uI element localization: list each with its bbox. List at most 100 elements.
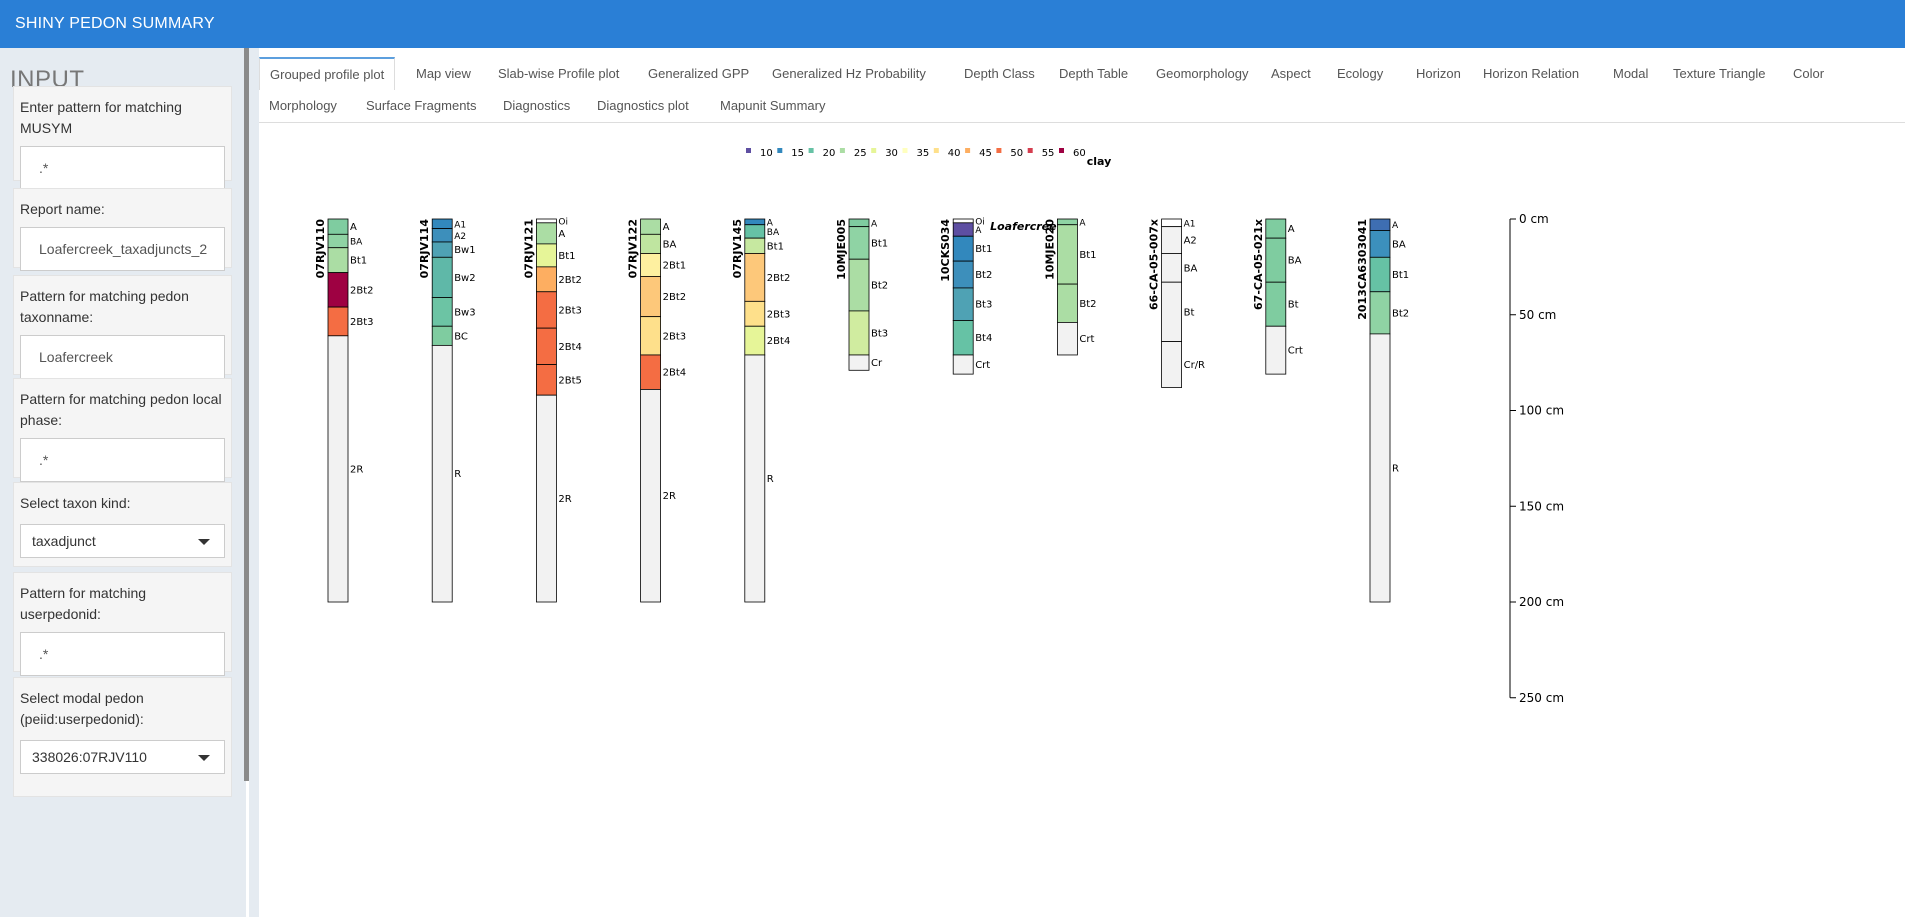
horizon-Bt1 [1057, 224, 1078, 285]
horizon-2R [640, 389, 662, 603]
horizon-label: A [350, 222, 357, 233]
horizon-label: Bt [1184, 307, 1195, 318]
depth-tick-label: 50 cm [1519, 308, 1556, 322]
userpedonid-pattern-panel: Pattern for matching userpedonid: .* [13, 572, 232, 676]
profile-10MJE020: 10MJE020 A Bt1 Bt2 Crt [1043, 218, 1097, 356]
legend-title: clay [1087, 155, 1112, 168]
horizon-2Bt3 [640, 316, 662, 356]
profile-07RJV110: 07RJV110 A BA Bt1 2Bt2 2Bt3 2R [314, 218, 374, 603]
horizon-BA [1161, 253, 1182, 283]
horizon-A [952, 222, 974, 237]
app-title: SHINY PEDON SUMMARY [15, 15, 215, 32]
horizon-label: Crt [1079, 334, 1094, 345]
horizon-label: A [767, 218, 774, 228]
horizon-label: 2Bt3 [663, 331, 687, 342]
horizon-label: 2Bt4 [558, 342, 582, 353]
depth-tick-label: 200 cm [1519, 595, 1564, 609]
horizon-Bt3 [952, 287, 974, 321]
legend-swatch-10 [746, 148, 751, 153]
horizon-label: A [975, 226, 982, 236]
profile-07RJV122: 07RJV122 A BA 2Bt1 2Bt2 2Bt3 2Bt4 2R [627, 218, 687, 603]
profile-id-label: 07RJV122 [627, 219, 640, 278]
horizon-label: Bt1 [558, 251, 575, 262]
horizon-Oi [535, 218, 557, 224]
horizon-A [1369, 218, 1391, 231]
main-panel: Grouped profile plot Map view Slab-wise … [259, 48, 1905, 917]
profile-id-label: 67-CA-05-021x [1252, 219, 1265, 310]
profile-07RJV114: 07RJV114 A1 A2 Bw1 Bw2 Bw3 BC R [418, 218, 476, 603]
depth-tick-label: 0 cm [1519, 212, 1549, 226]
horizon-label: Crt [975, 360, 990, 371]
horizon-2R [535, 394, 557, 603]
horizon-label: A [1079, 218, 1086, 228]
horizon-2Bt2 [640, 276, 662, 318]
chevron-down-icon [198, 539, 210, 545]
horizon-label: BA [663, 239, 677, 250]
horizon-label: Bt1 [871, 238, 888, 249]
depth-tick-label: 250 cm [1519, 691, 1564, 705]
report-name-label: Report name: [20, 201, 105, 217]
legend-swatch-40 [933, 148, 939, 153]
horizon-label: Bt1 [1079, 250, 1096, 261]
taxonname-pattern-label: Pattern for matching pedon taxonname: [20, 288, 189, 325]
horizon-Bt [1265, 281, 1287, 327]
horizon-A1 [1161, 218, 1182, 228]
horizon-Bt2 [1057, 283, 1078, 323]
horizon-BA [1369, 230, 1391, 258]
userpedonid-pattern-input[interactable]: .* [20, 632, 225, 676]
horizon-label: Bt [1288, 300, 1299, 311]
legend-swatch-20 [808, 148, 814, 153]
horizon-label: A2 [454, 232, 466, 242]
taxonname-pattern-input[interactable]: Loafercreek [20, 335, 225, 379]
legend-label-45: 45 [979, 148, 992, 159]
horizon-label: Bt3 [871, 328, 888, 339]
horizon-label: BA [1184, 263, 1198, 274]
taxon-kind-select[interactable]: taxadjunct [20, 524, 225, 558]
horizon-label: A [1392, 221, 1399, 231]
profile-66-CA-05-007x: 66-CA-05-007x A1 A2 BA Bt Cr/R [1148, 218, 1205, 388]
sidebar-gutter [249, 48, 259, 917]
horizon-Cr [848, 354, 870, 371]
input-sidebar: INPUT Enter pattern for matching MUSYM .… [0, 48, 246, 917]
taxon-kind-value: taxadjunct [32, 533, 96, 549]
profile-10MJE005: 10MJE005 A Bt1 Bt2 Bt3 Cr [835, 218, 888, 371]
horizon-Bt2 [1369, 291, 1391, 335]
horizon-2Bt5 [535, 364, 557, 396]
horizon-label: 2Bt3 [558, 305, 582, 316]
taxon-kind-panel: Select taxon kind: taxadjunct [13, 482, 232, 567]
horizon-label: Bw2 [454, 273, 475, 284]
horizon-label: 2Bt2 [558, 275, 582, 286]
musym-pattern-label: Enter pattern for matching MUSYM [20, 99, 182, 136]
horizon-BA [1265, 237, 1287, 283]
horizon-label: BA [1392, 239, 1406, 250]
local-phase-pattern-label: Pattern for matching pedon local phase: [20, 391, 222, 428]
horizon-label: Bw1 [454, 245, 475, 256]
horizon-label: Bt2 [871, 281, 888, 292]
legend-swatch-50 [996, 148, 1002, 153]
horizon-BA [744, 224, 766, 239]
horizon-Bw3 [431, 297, 453, 327]
horizon-Cr/R [1161, 341, 1182, 388]
legend-swatch-35 [902, 148, 908, 153]
horizon-label: 2Bt4 [767, 336, 791, 347]
musym-pattern-input[interactable]: .* [20, 146, 225, 190]
profile-id-label: 10MJE005 [835, 219, 848, 280]
horizon-label: 2Bt4 [663, 368, 687, 379]
profile-id-label: 07RJV121 [522, 219, 535, 278]
horizon-A [848, 218, 870, 228]
report-name-input[interactable]: Loafercreek_taxadjuncts_2 [20, 227, 225, 271]
legend-label-15: 15 [791, 148, 804, 159]
horizon-R [1369, 333, 1391, 603]
horizon-2Bt4 [535, 327, 557, 365]
horizon-label: Cr [871, 358, 883, 369]
horizon-label: A2 [1184, 236, 1197, 247]
horizon-label: Bw3 [454, 307, 475, 318]
horizon-Bt1 [848, 226, 870, 260]
horizon-label: A [871, 219, 878, 229]
horizon-A2 [1161, 226, 1182, 254]
horizon-A2 [431, 228, 453, 243]
local-phase-pattern-input[interactable]: .* [20, 438, 225, 482]
horizon-2Bt2 [535, 266, 557, 293]
modal-pedon-select[interactable]: 338026:07RJV110 [20, 740, 225, 774]
horizon-label: Bt1 [975, 244, 992, 255]
